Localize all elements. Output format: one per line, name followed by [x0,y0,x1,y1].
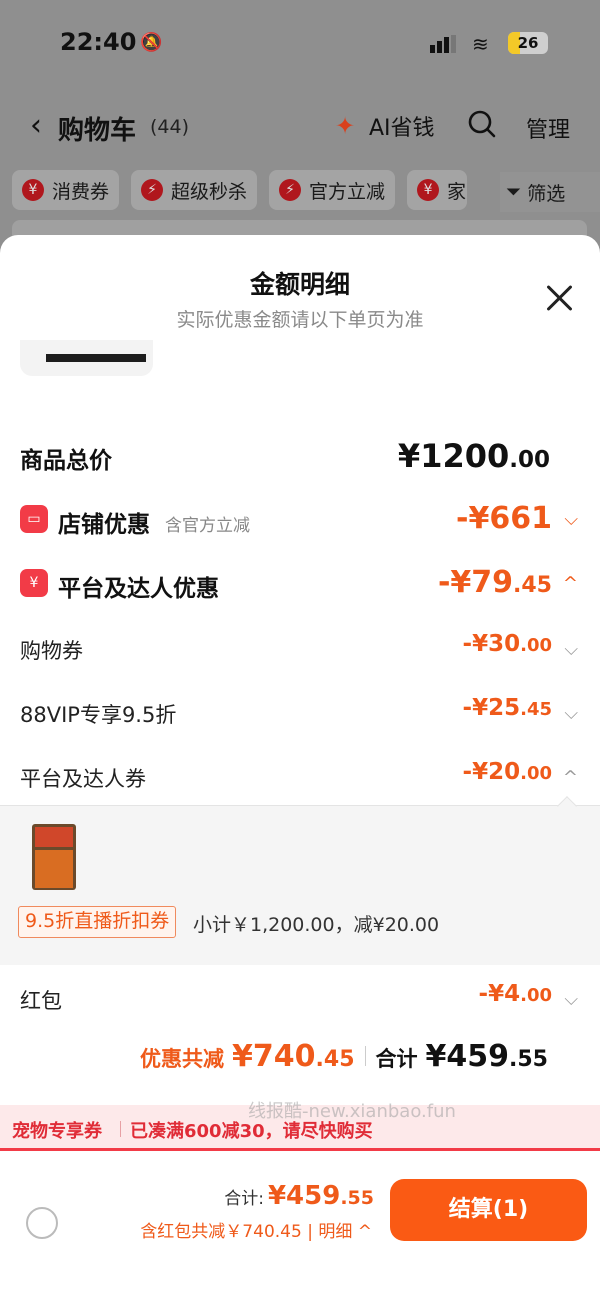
shopping-coupon-amount: -¥30.00 [462,631,552,657]
discount-total-dec: .45 [315,1047,355,1072]
row-platform-discount[interactable]: ¥ 平台及达人优惠 -¥79.45 ^ [20,565,580,605]
discount-total-int: ¥740 [232,1039,316,1074]
coupon-tag: 9.5折直播折扣券 [18,906,177,938]
store-discount-note: 含官方立减 [165,516,250,536]
search-icon[interactable] [468,110,496,138]
grand-total-dec: .55 [509,1047,548,1072]
checkout-total-label: 合计: [224,1189,264,1209]
wifi-icon: ≋ [472,32,489,56]
chip-consumer-coupon[interactable]: ¥ 消费券 [12,170,120,210]
status-time: 22:40 [60,28,137,56]
ai-save-label: AI省钱 [369,116,435,141]
platform-coupon-amount: -¥20.00 [462,759,552,785]
checkout-total: 合计: ¥459 .55 [224,1181,374,1211]
filter-button[interactable]: ⏷ 筛选 [500,172,600,212]
red-packet-label: 红包 [20,989,62,1013]
status-bar: 22:40 🔕 ≋ 26 [0,20,600,70]
promo-tag: 宠物专享券 [12,1121,102,1142]
mute-bell-icon: 🔕 [140,32,163,53]
grand-total-label: 合计 [375,1047,418,1071]
product-thumbnail-strip [20,340,153,376]
chevron-left-icon[interactable]: ‹ [30,108,42,143]
background-page: 22:40 🔕 ≋ 26 ‹ 购物车 (44) ✦ AI省钱 管理 ¥ 消费券 … [0,0,600,260]
checkout-total-dec: .55 [340,1187,374,1209]
product-thumbnail[interactable] [32,824,76,890]
lightning-icon: ⚡ [141,179,164,201]
discount-total-label: 优惠共减 [140,1047,225,1071]
ai-save-button[interactable]: ✦ AI省钱 [335,110,435,142]
checkout-bar: 合计: ¥459 .55 含红包共减￥740.45 | 明细 ^ 结算(1) [0,1153,600,1300]
checkout-total-int: ¥459 [267,1181,341,1211]
row-platform-coupon[interactable]: 平台及达人券 -¥20.00 ^ [20,759,580,799]
chip-label: 官方立减 [309,180,386,203]
chevron-up-icon: ^ [357,1222,372,1242]
page-title: 购物车 [58,116,137,146]
chevron-up-icon: ^ [562,767,578,788]
chevron-up-icon: ^ [562,573,578,594]
sheet-title: 金额明细 [249,270,350,299]
row-shopping-coupon[interactable]: 购物券 -¥30.00 ⌵ [20,631,580,671]
battery-icon: 26 [508,32,548,54]
cart-count: (44) [150,116,190,138]
battery-level: 26 [517,34,539,52]
amount-detail-sheet: 金额明细 实际优惠金额请以下单页为准 商品总价 ¥1200.00 ▭ 店铺优惠 … [0,235,600,1300]
store-icon: ▭ [20,505,48,533]
row-vip-discount[interactable]: 88VIP专享9.5折 -¥25.45 ⌵ [20,695,580,735]
chip-flash-sale[interactable]: ⚡ 超级秒杀 [131,170,258,210]
total-price-label: 商品总价 [20,448,112,474]
coupon-detail-box: 9.5折直播折扣券 小计￥1,200.00，减¥20.00 [0,796,600,965]
vip-discount-amount: -¥25.45 [462,695,552,721]
coupon-icon: ¥ [22,179,44,201]
signal-icon [430,34,458,53]
chip-label: 消费券 [52,180,110,203]
chip-label: 家 [447,180,467,203]
sheet-subtitle: 实际优惠金额请以下单页为准 [176,309,424,331]
select-all-radio[interactable] [26,1207,58,1239]
coupon-subtotal-text: 小计￥1,200.00，减¥20.00 [193,914,440,936]
chip-label: 超级秒杀 [171,180,248,203]
chevron-down-icon: ⌵ [564,509,578,530]
close-icon[interactable] [544,283,574,313]
checkout-detail-toggle[interactable]: 含红包共减￥740.45 | 明细 ^ [140,1217,372,1242]
shopping-coupon-label: 购物券 [20,639,83,663]
row-red-packet[interactable]: 红包 -¥4.00 ⌵ [20,981,580,1021]
store-discount-label: 店铺优惠 [58,512,150,538]
checkout-note: 含红包共减￥740.45 | 明细 [140,1222,353,1242]
manage-button[interactable]: 管理 [526,112,570,144]
chip-official-discount[interactable]: ⚡ 官方立减 [269,170,396,210]
lightning-icon: ⚡ [279,179,302,201]
chip-home[interactable]: ¥ 家 [407,170,468,210]
platform-coupon-label: 平台及达人券 [20,767,146,791]
chevron-down-icon: ⌵ [564,639,578,660]
vip-discount-label: 88VIP专享9.5折 [20,703,177,727]
red-packet-amount: -¥4.00 [478,981,552,1007]
chevron-down-icon: ⌵ [564,703,578,724]
total-price-amount: ¥1200.00 [397,437,550,475]
watermark: 线报酷-new.xianbao.fun [248,1101,456,1122]
coupon-icon: ¥ [417,179,440,201]
filter-label: 筛选 [527,182,566,205]
checkout-button[interactable]: 结算(1) [390,1179,587,1241]
platform-discount-amount: -¥79.45 [437,565,552,600]
discount-summary: 优惠共减 ¥740 .45 合计 ¥459 .55 [140,1039,548,1074]
platform-discount-label: 平台及达人优惠 [58,576,219,602]
chevron-down-icon: ⌵ [564,989,578,1010]
filter-icon: ⏷ [506,181,522,203]
row-total-price: 商品总价 ¥1200.00 [20,437,580,477]
grand-total-int: ¥459 [425,1039,510,1074]
cart-navbar: ‹ 购物车 (44) ✦ AI省钱 管理 [0,100,600,150]
coupon-icon: ¥ [20,569,48,597]
row-store-discount[interactable]: ▭ 店铺优惠 含官方立减 -¥661 ⌵ [20,501,580,541]
store-discount-amount: -¥661 [456,501,552,536]
ai-sparkle-icon: ✦ [335,112,356,140]
